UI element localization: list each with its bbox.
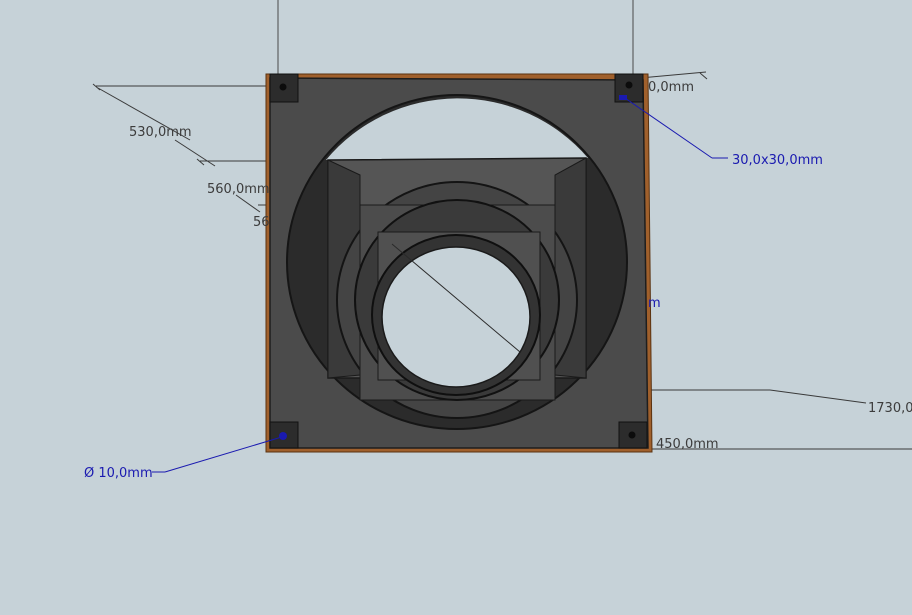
dimension-label-top-right: 0,0mm xyxy=(648,80,694,95)
leader-label-square: 30,0x30,0mm xyxy=(732,153,823,168)
dimension-label-560: 560,0mm xyxy=(207,182,270,197)
model-drawing[interactable]: 530,0mm 560,0mm 56 0,0mm 1730,0r 450,0mm… xyxy=(0,0,912,615)
corner-post-top-left xyxy=(269,73,299,103)
inner-circle-opening xyxy=(371,234,541,396)
corner-post-bottom-left xyxy=(269,421,299,449)
dimension-lines-right xyxy=(639,71,912,450)
dimension-label-56: 56 xyxy=(253,215,270,230)
dimension-label-partial: m xyxy=(648,296,661,311)
dimension-label-450: 450,0mm xyxy=(656,437,719,452)
model-viewport[interactable]: 530,0mm 560,0mm 56 0,0mm 1730,0r 450,0mm… xyxy=(0,0,912,615)
corner-post-bottom-right xyxy=(618,421,648,449)
dimension-label-1730: 1730,0r xyxy=(868,401,912,416)
dimension-label-530: 530,0mm xyxy=(129,125,192,140)
leader-label-diameter: Ø 10,0mm xyxy=(84,466,153,481)
square-selection-marker xyxy=(619,95,627,100)
